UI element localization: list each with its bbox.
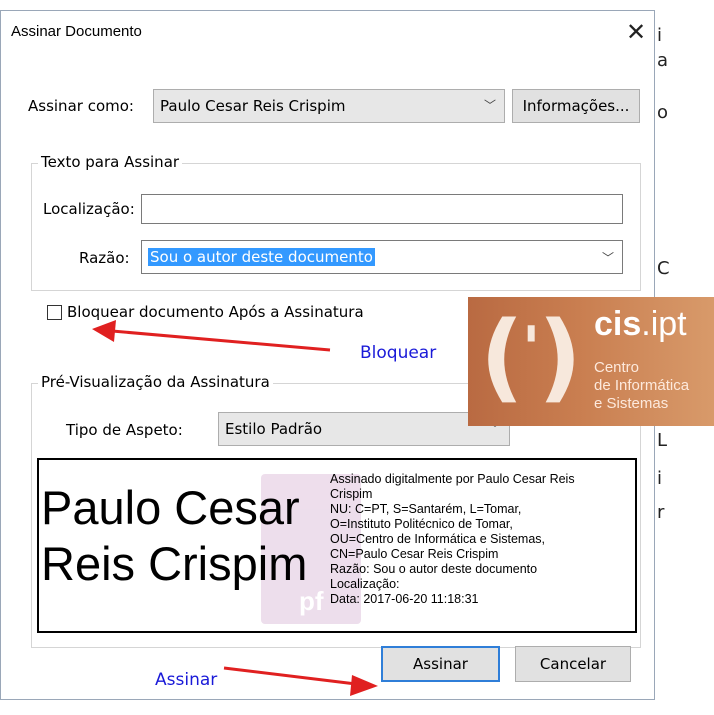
annotation-arrows xyxy=(92,320,378,696)
lock-arrow-head xyxy=(92,320,116,342)
lock-arrow-line xyxy=(111,329,331,352)
sign-annotation: Assinar xyxy=(155,670,218,690)
sign-arrow-line xyxy=(223,666,357,686)
lock-annotation: Bloquear xyxy=(360,343,437,363)
sign-arrow-head xyxy=(350,675,378,696)
